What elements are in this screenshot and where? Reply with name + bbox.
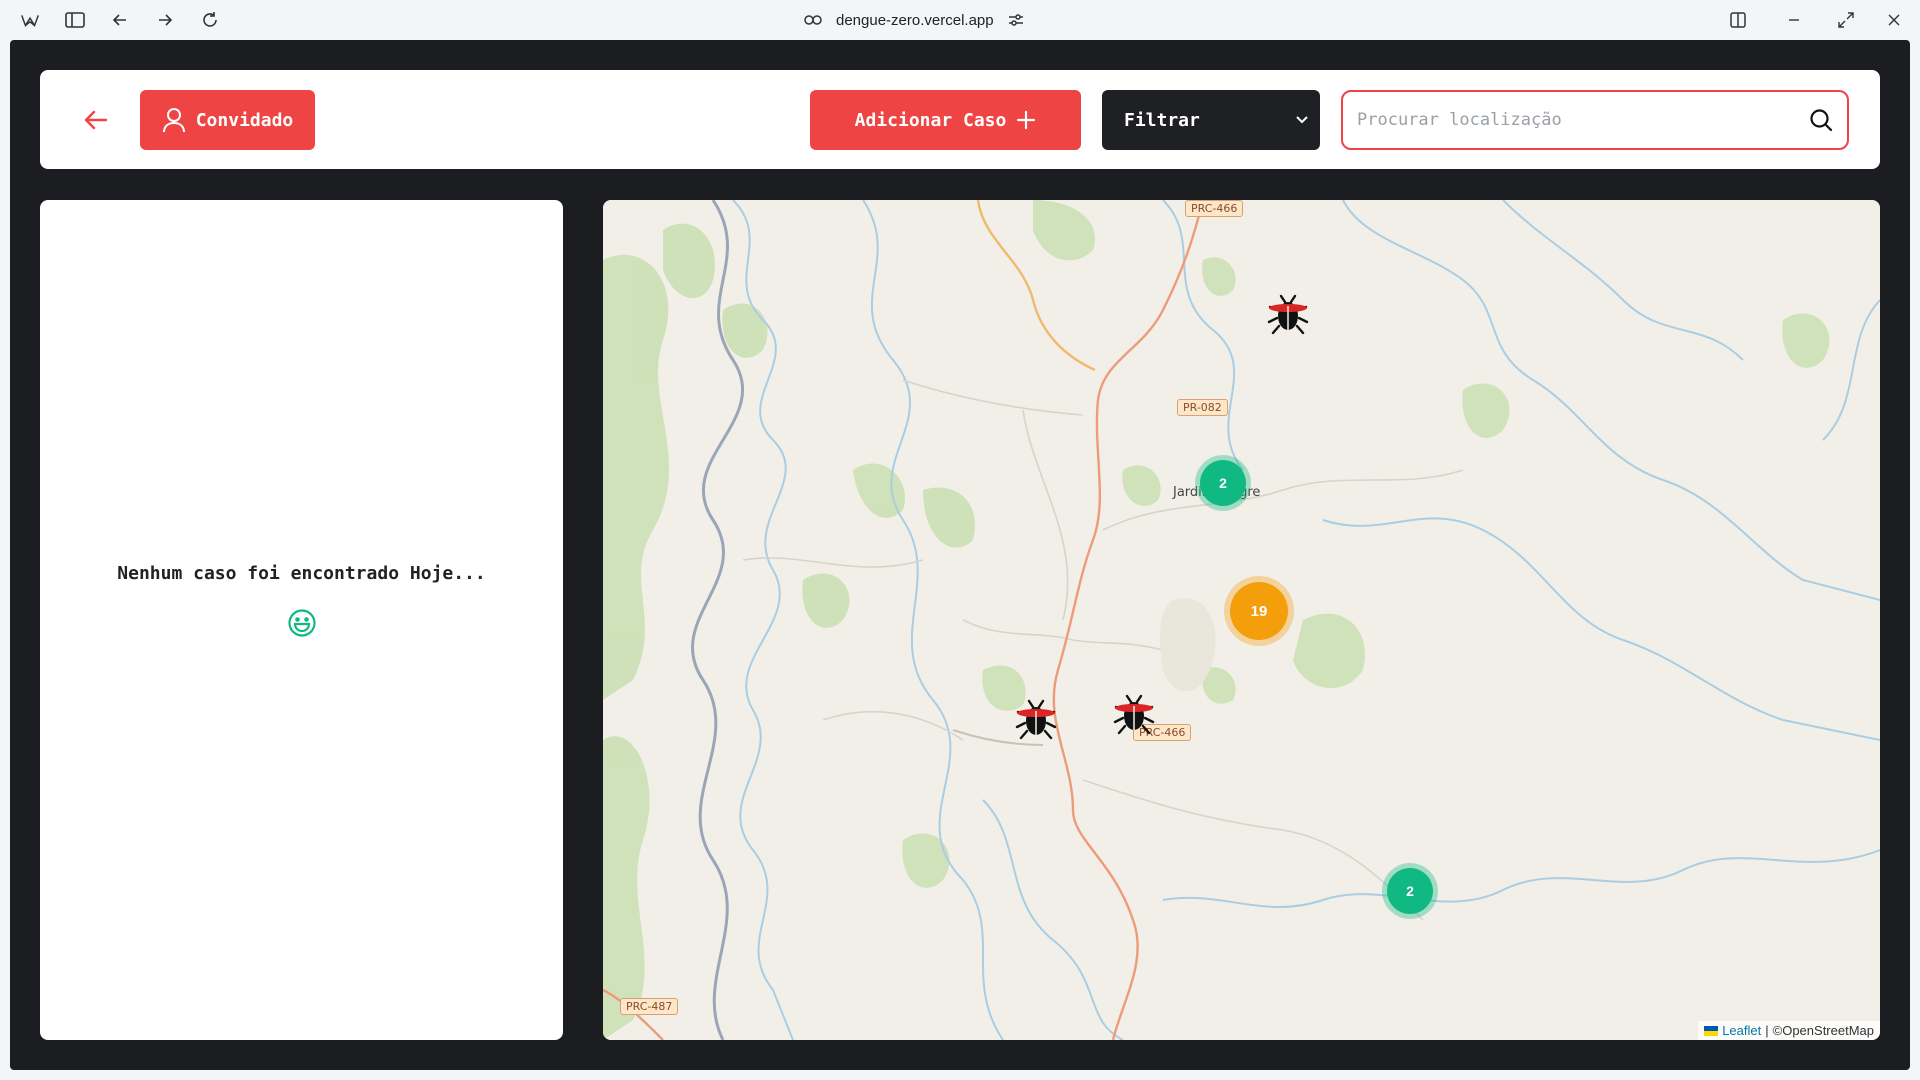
ukraine-flag-icon — [1704, 1025, 1719, 1036]
link-icon — [804, 15, 822, 25]
chevron-down-icon — [1296, 116, 1308, 124]
top-bar: Convidado Adicionar Caso Filtrar — [40, 70, 1880, 169]
filter-label: Filtrar — [1124, 109, 1200, 131]
empty-cases-message: Nenhum caso foi encontrado Hoje... — [117, 563, 486, 584]
road-label: PRC-466 — [1185, 200, 1244, 217]
add-case-label: Adicionar Caso — [854, 109, 1007, 131]
user-label: Convidado — [195, 109, 294, 131]
split-view-icon[interactable] — [1726, 8, 1750, 32]
cases-map[interactable]: PRC-466 PR-082 PRC-466 PRC-487 Jardim Al… — [603, 200, 1880, 1040]
smiley-face-icon — [287, 608, 317, 643]
case-cluster-marker[interactable]: 2 — [1200, 460, 1246, 506]
close-window-icon[interactable] — [1882, 8, 1906, 32]
sidebar-toggle-icon[interactable] — [63, 8, 87, 32]
mosquito-marker-icon[interactable] — [1267, 290, 1309, 336]
plus-icon — [1017, 110, 1036, 130]
url-text[interactable]: dengue-zero.vercel.app — [836, 12, 994, 29]
user-icon — [162, 108, 185, 133]
browser-toolbar: dengue-zero.vercel.app — [0, 0, 1920, 40]
site-settings-icon[interactable] — [1008, 13, 1024, 27]
browser-back-icon[interactable] — [108, 8, 132, 32]
reload-icon[interactable] — [198, 8, 222, 32]
search-icon[interactable] — [1809, 108, 1833, 132]
mosquito-marker-icon[interactable] — [1015, 695, 1057, 741]
browser-logo-icon[interactable] — [18, 8, 42, 32]
guest-user-button[interactable]: Convidado — [140, 90, 315, 150]
mosquito-marker-icon[interactable] — [1113, 690, 1155, 736]
road-label: PR-082 — [1177, 399, 1228, 416]
back-button[interactable] — [80, 104, 112, 136]
app-container: Convidado Adicionar Caso Filtrar Nenhum … — [10, 40, 1910, 1070]
filter-select[interactable]: Filtrar — [1102, 90, 1320, 150]
cases-panel: Nenhum caso foi encontrado Hoje... — [40, 200, 563, 1040]
search-input[interactable] — [1357, 110, 1809, 130]
restore-icon[interactable] — [1834, 8, 1858, 32]
arrow-left-icon — [84, 110, 108, 130]
location-search[interactable] — [1341, 90, 1849, 150]
case-cluster-marker[interactable]: 19 — [1230, 582, 1288, 640]
road-label: PRC-487 — [620, 998, 679, 1015]
minimize-icon[interactable] — [1782, 8, 1806, 32]
browser-forward-icon[interactable] — [153, 8, 177, 32]
leaflet-link[interactable]: Leaflet — [1722, 1023, 1761, 1038]
map-attribution: Leaflet | ©OpenStreetMap — [1698, 1021, 1880, 1040]
attribution-separator: | — [1765, 1023, 1769, 1038]
address-bar[interactable]: dengue-zero.vercel.app — [804, 8, 1024, 32]
add-case-button[interactable]: Adicionar Caso — [810, 90, 1081, 150]
case-cluster-marker[interactable]: 2 — [1387, 868, 1433, 914]
osm-attribution[interactable]: ©OpenStreetMap — [1773, 1023, 1874, 1038]
